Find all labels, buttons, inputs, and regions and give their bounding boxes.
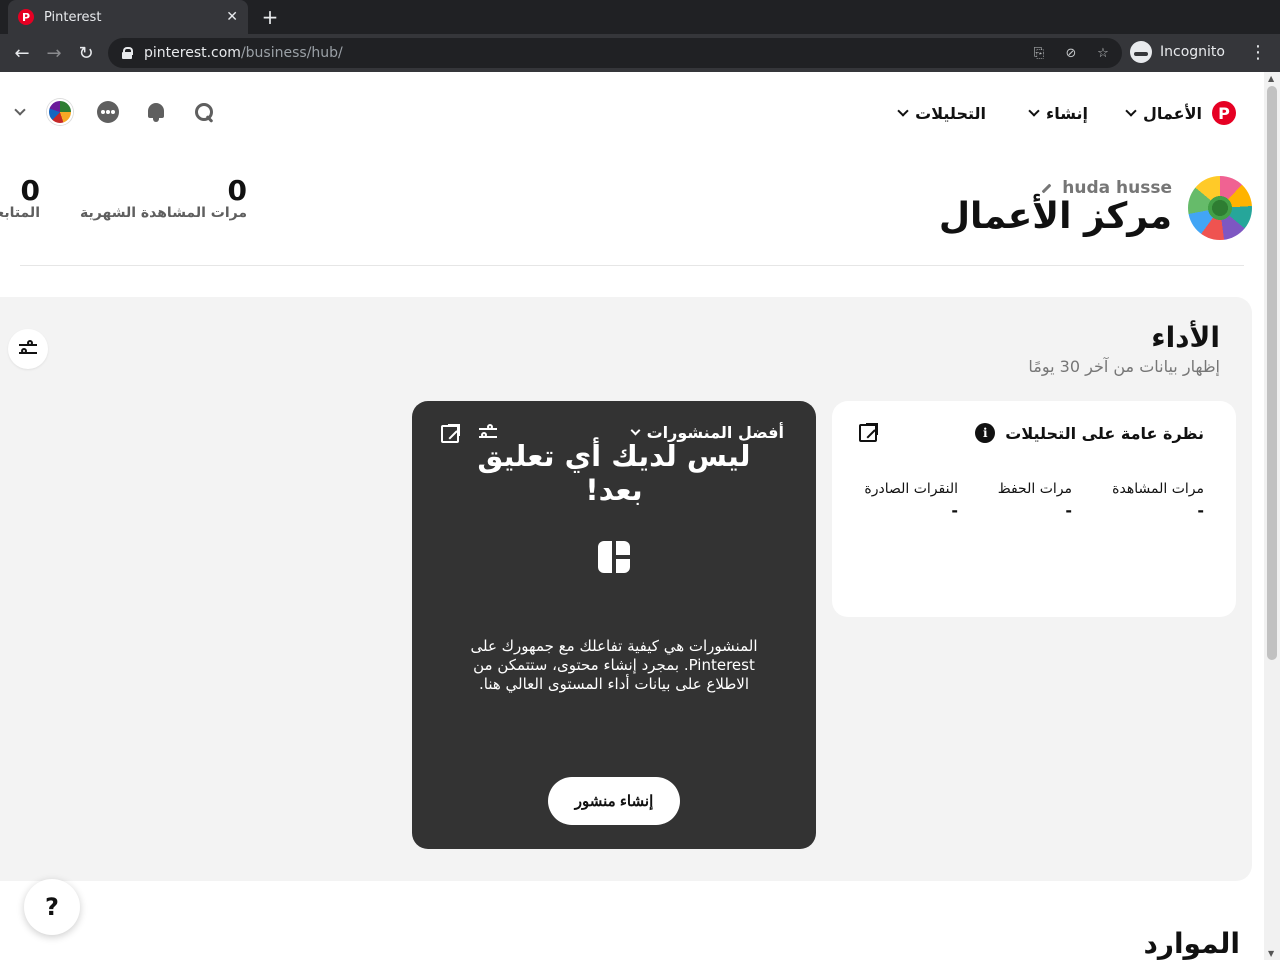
messages-button[interactable]: [96, 100, 120, 124]
username-text: huda husse: [1062, 178, 1172, 198]
analytics-overview-title[interactable]: نظرة عامة على التحليلات i: [975, 423, 1204, 443]
browser-toolbar: ← → ↻ pinterest.com/business/hub/ ⎘ ⊘ ☆: [0, 34, 1280, 72]
metric-impressions: مرات المشاهدة -: [1112, 481, 1204, 520]
nav-business[interactable]: الأعمال P: [1119, 98, 1236, 128]
scroll-down-arrow-icon[interactable]: ▼: [1268, 949, 1274, 958]
nav-create-label: إنشاء: [1046, 103, 1088, 123]
metric-value: -: [1197, 501, 1204, 520]
profile-avatar[interactable]: [1188, 176, 1252, 240]
metric-value: -: [1065, 501, 1072, 520]
browser-tabstrip: P Pinterest ✕ +: [0, 0, 1280, 34]
stat-value: 0: [227, 174, 247, 207]
bell-icon: [147, 102, 165, 122]
nav-create[interactable]: إنشاء: [1022, 98, 1088, 128]
chat-icon: [97, 101, 119, 123]
analytics-overview-card: نظرة عامة على التحليلات i مرات المشاهدة …: [832, 401, 1236, 617]
translate-icon[interactable]: ⎘: [1030, 45, 1048, 61]
reload-icon[interactable]: ↻: [74, 41, 98, 65]
bookmark-star-icon[interactable]: ☆: [1094, 45, 1112, 61]
external-link-icon[interactable]: [859, 423, 878, 442]
incognito-label: Incognito: [1160, 44, 1225, 60]
scroll-up-arrow-icon[interactable]: ▲: [1268, 74, 1274, 83]
eye-slash-icon[interactable]: ⊘: [1062, 45, 1080, 61]
scrollbar-thumb[interactable]: [1267, 86, 1277, 660]
divider: [20, 265, 1244, 266]
incognito-icon: [1130, 41, 1152, 63]
metric-value: -: [951, 501, 958, 520]
chevron-down-icon: [630, 425, 641, 436]
top-posts-card: أفضل المنشورات ليس لديك أي تعليق بعد! ال…: [412, 401, 816, 849]
profile-username[interactable]: huda husse: [1041, 178, 1172, 198]
stat-label: المتابعون: [0, 205, 40, 221]
back-arrow-icon[interactable]: ←: [10, 41, 34, 65]
browser-menu-icon[interactable]: ⋮: [1249, 40, 1267, 64]
search-button[interactable]: [192, 100, 216, 124]
url-path: /business/hub/: [240, 45, 343, 61]
tab-title: Pinterest: [44, 9, 102, 25]
sliders-icon: [19, 340, 37, 357]
incognito-indicator[interactable]: Incognito: [1130, 38, 1225, 66]
search-icon: [194, 102, 214, 122]
lock-icon: [122, 47, 133, 59]
performance-filter-button[interactable]: [8, 329, 48, 369]
tab-close-icon[interactable]: ✕: [226, 9, 238, 25]
page-scrollbar[interactable]: ▲ ▼: [1264, 72, 1280, 960]
url-host: pinterest.com: [144, 45, 241, 61]
info-icon[interactable]: i: [975, 423, 996, 443]
stat-followers[interactable]: 0 المتابعون: [0, 174, 40, 221]
pinterest-logo-icon[interactable]: P: [1212, 101, 1236, 125]
metric-outbound-clicks: النقرات الصادرة -: [864, 481, 958, 520]
chevron-down-icon: [897, 105, 909, 117]
stat-monthly-views[interactable]: 0 مرات المشاهدة الشهرية: [80, 174, 247, 221]
chevron-down-icon: [1028, 105, 1040, 117]
page-title: مركز الأعمال: [938, 196, 1172, 237]
chevron-down-icon: [1125, 105, 1137, 117]
nav-analytics[interactable]: التحليلات: [891, 98, 986, 128]
performance-subtitle: إظهار بيانات من آخر 30 يومًا: [1028, 357, 1220, 376]
nav-business-label: الأعمال: [1143, 103, 1202, 123]
empty-state-title: ليس لديك أي تعليق بعد!: [477, 439, 751, 507]
notifications-button[interactable]: [144, 100, 168, 124]
metric-label: النقرات الصادرة: [864, 481, 958, 497]
metric-label: مرات الحفظ: [997, 481, 1072, 497]
resources-title: الموارد: [1143, 927, 1240, 960]
account-chevron-down-icon[interactable]: [14, 104, 26, 116]
create-post-button[interactable]: إنشاء منشور: [548, 777, 680, 825]
page-content: الأعمال P إنشاء التحليلات huda husse مرك…: [0, 72, 1264, 960]
forward-arrow-icon[interactable]: →: [42, 41, 66, 65]
performance-title: الأداء: [1151, 321, 1220, 354]
help-button[interactable]: ?: [24, 879, 80, 935]
stat-value: 0: [20, 174, 40, 207]
external-link-icon[interactable]: [441, 424, 460, 443]
address-bar[interactable]: pinterest.com/business/hub/ ⎘ ⊘ ☆: [108, 38, 1122, 68]
stat-label: مرات المشاهدة الشهرية: [80, 205, 247, 221]
new-tab-button[interactable]: +: [258, 5, 282, 29]
empty-state-description: المنشورات هي كيفية تفاعلك مع جمهورك على …: [470, 637, 758, 693]
metric-label: مرات المشاهدة: [1112, 481, 1204, 497]
analytics-overview-title-text: نظرة عامة على التحليلات: [1005, 423, 1204, 443]
posts-icon: [598, 541, 630, 573]
account-avatar[interactable]: [47, 99, 73, 125]
browser-tab[interactable]: P Pinterest ✕: [8, 0, 248, 34]
pinterest-favicon-icon: P: [18, 9, 34, 25]
pencil-icon: [1041, 183, 1052, 193]
nav-analytics-label: التحليلات: [915, 103, 986, 123]
metric-saves: مرات الحفظ -: [998, 481, 1072, 520]
